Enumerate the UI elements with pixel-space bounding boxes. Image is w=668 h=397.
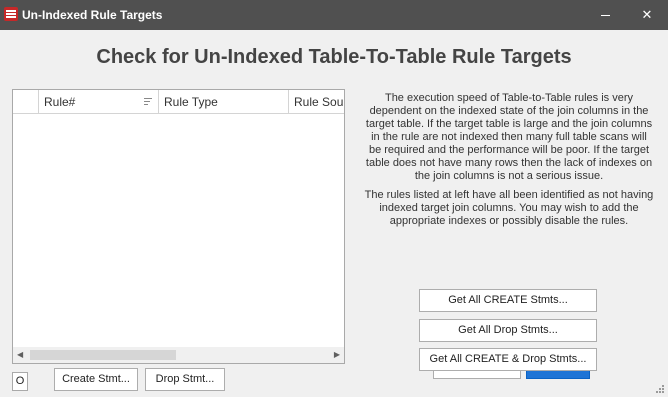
description-paragraph: The rules listed at left have all been i… [364,189,654,227]
close-button[interactable]: ✕ [632,0,662,30]
close-icon: ✕ [641,7,653,22]
page-title-text: Check for Un-Indexed Table-To-Table Rule… [96,46,572,68]
count-box[interactable]: O [12,372,28,391]
drop-stmt-button[interactable]: Drop Stmt... [145,368,225,391]
column-header-label: Rule# [44,95,76,109]
column-header-rule-source[interactable]: Rule Sourc [289,90,344,113]
create-stmt-button[interactable]: Create Stmt... [54,368,138,391]
scrollbar-thumb[interactable] [30,350,176,360]
minimize-button[interactable] [590,0,620,30]
column-header-label: Rule Sourc [294,95,344,109]
column-header-rule-number[interactable]: Rule# [39,90,159,113]
resize-grip-icon[interactable] [656,385,665,394]
title-bar[interactable]: Un-Indexed Rule Targets ✕ [0,0,668,30]
column-header-label: Rule Type [164,95,218,109]
hidden-default-button[interactable] [526,371,590,379]
row-indicator-column-header[interactable] [13,90,39,113]
grid-header: Rule# Rule Type Rule Sourc [13,90,344,114]
sort-icon[interactable] [144,98,152,106]
horizontal-scrollbar[interactable]: ◀ ▶ [13,347,344,363]
get-all-drop-button[interactable]: Get All Drop Stmts... [419,319,597,342]
page-title: Check for Un-Indexed Table-To-Table Rule… [0,46,668,69]
scroll-left-icon[interactable]: ◀ [17,350,23,359]
get-all-create-drop-button[interactable]: Get All CREATE & Drop Stmts... [419,348,597,371]
minimize-icon [601,15,610,16]
rules-grid[interactable]: Rule# Rule Type Rule Sourc ◀ ▶ [12,89,345,364]
description-paragraph: The execution speed of Table-to-Table ru… [365,92,653,182]
app-logo-icon [4,7,18,21]
get-all-create-button[interactable]: Get All CREATE Stmts... [419,289,597,312]
scroll-right-icon[interactable]: ▶ [334,350,340,359]
window-title: Un-Indexed Rule Targets [22,8,163,22]
hidden-button[interactable] [433,371,521,379]
description-panel: The execution speed of Table-to-Table ru… [364,92,654,234]
column-header-rule-type[interactable]: Rule Type [159,90,289,113]
